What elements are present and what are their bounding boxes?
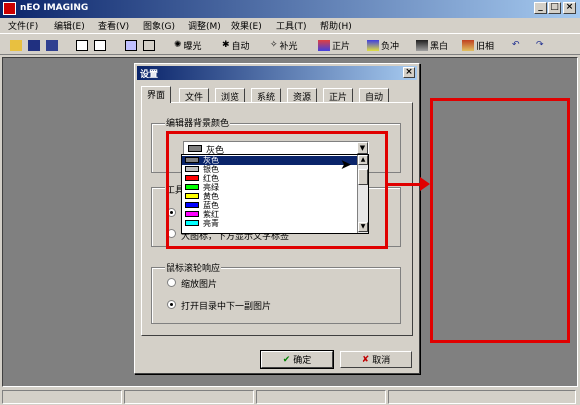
annotation-box-canvas — [430, 98, 570, 343]
bg-color-group-label: 编辑器背景颜色 — [165, 116, 231, 129]
status-pane — [256, 390, 386, 404]
view-split-button[interactable] — [94, 38, 106, 52]
fill-label: 补光 — [279, 41, 298, 52]
negative-label: 负冲 — [381, 41, 400, 52]
menu-view[interactable]: 查看(V) — [98, 19, 129, 32]
cross-icon: ✘ — [361, 354, 370, 365]
undo-button[interactable]: ↶ — [512, 38, 520, 52]
menu-image[interactable]: 图象(G) — [143, 19, 175, 32]
dialog-title-bar: 设置 × — [137, 66, 417, 80]
bw-label: 黑白 — [430, 41, 449, 52]
copy-button[interactable] — [143, 38, 155, 52]
window-icon — [76, 39, 88, 51]
tab-system[interactable]: 系统 — [251, 88, 282, 103]
app-title: nEO IMAGING — [20, 3, 89, 13]
menu-help[interactable]: 帮助(H) — [320, 19, 352, 32]
tab-resources[interactable]: 资源 — [287, 88, 318, 103]
wheel-zoom-label: 缩放图片 — [181, 280, 218, 290]
menu-effects[interactable]: 效果(E) — [231, 19, 262, 32]
auto-button[interactable]: ✱ 自动 — [222, 38, 250, 52]
exposure-button[interactable]: ✺ 曝光 — [174, 38, 202, 52]
menu-adjust[interactable]: 调整(M) — [188, 19, 221, 32]
bw-button[interactable]: 黑白 — [416, 38, 448, 52]
app-title-bar: nEO IMAGING _ □ × — [0, 0, 580, 18]
negative-button[interactable]: 负冲 — [367, 38, 399, 52]
mouse-cursor-icon: ➤ — [340, 157, 352, 173]
copy-icon — [143, 39, 155, 51]
tab-file[interactable]: 文件 — [179, 88, 210, 103]
status-pane — [388, 390, 576, 404]
auto-label: 自动 — [231, 41, 250, 52]
maximize-button[interactable]: □ — [548, 2, 561, 14]
floppy-icon — [28, 39, 40, 51]
tab-auto[interactable]: 自动 — [359, 88, 390, 103]
bw-icon — [416, 39, 428, 51]
old-label: 旧相 — [476, 41, 495, 52]
old-photo-button[interactable]: 旧相 — [462, 38, 494, 52]
positive-icon — [318, 39, 330, 51]
sun-icon: ✺ — [174, 40, 182, 50]
wheel-zoom-radio[interactable] — [167, 278, 176, 287]
wheel-next-radio[interactable] — [167, 300, 176, 309]
ok-label: 确定 — [293, 356, 312, 366]
wheel-group-label: 鼠标滚轮响应 — [165, 261, 222, 274]
menu-bar: 文件(F) 编辑(E) 查看(V) 图象(G) 调整(M) 效果(E) 工具(T… — [0, 18, 580, 32]
window-split-icon — [94, 39, 106, 51]
app-icon — [3, 2, 16, 15]
wheel-next-label: 打开目录中下一副图片 — [181, 302, 272, 312]
save-as-icon — [46, 39, 58, 51]
open-folder-button[interactable] — [10, 38, 22, 52]
positive-label: 正片 — [332, 41, 351, 52]
positive-button[interactable]: 正片 — [318, 38, 350, 52]
tab-positive[interactable]: 正片 — [323, 88, 354, 103]
menu-edit[interactable]: 编辑(E) — [54, 19, 85, 32]
close-button[interactable]: × — [563, 2, 576, 14]
fit-button[interactable] — [125, 38, 137, 52]
magic-icon: ✱ — [222, 40, 230, 50]
view-single-button[interactable] — [76, 38, 88, 52]
dialog-close-button[interactable]: × — [403, 67, 415, 78]
menu-tools[interactable]: 工具(T) — [276, 19, 307, 32]
tab-browse[interactable]: 浏览 — [215, 88, 246, 103]
cancel-button[interactable]: ✘ 取消 — [340, 351, 412, 368]
tab-interface[interactable]: 界面 — [141, 86, 172, 103]
wheel-group — [151, 267, 401, 324]
redo-button[interactable]: ↷ — [536, 38, 544, 52]
redo-icon: ↷ — [536, 40, 544, 50]
negative-icon — [367, 39, 379, 51]
status-bar — [0, 389, 580, 405]
status-pane — [2, 390, 122, 404]
minimize-button[interactable]: _ — [534, 2, 547, 14]
fill-light-button[interactable]: ✧ 补光 — [270, 38, 298, 52]
exposure-label: 曝光 — [183, 41, 202, 52]
ok-button[interactable]: ✔ 确定 — [260, 350, 334, 369]
save-button[interactable] — [28, 38, 40, 52]
checkmark-icon: ✔ — [282, 354, 291, 365]
dialog-title: 设置 — [140, 70, 159, 80]
annotation-arrow-icon — [420, 177, 430, 191]
cancel-label: 取消 — [372, 356, 391, 366]
toolbar: ✺ 曝光 ✱ 自动 ✧ 补光 正片 负冲 黑白 旧相 ↶ ↷ — [0, 33, 580, 55]
folder-icon — [10, 39, 22, 51]
lightbulb-icon: ✧ — [270, 40, 278, 50]
menu-file[interactable]: 文件(F) — [8, 19, 38, 32]
fit-icon — [125, 39, 137, 51]
save-as-button[interactable] — [46, 38, 58, 52]
annotation-box-dropdown — [166, 131, 388, 249]
undo-icon: ↶ — [512, 40, 520, 50]
status-pane — [124, 390, 254, 404]
old-photo-icon — [462, 39, 474, 51]
